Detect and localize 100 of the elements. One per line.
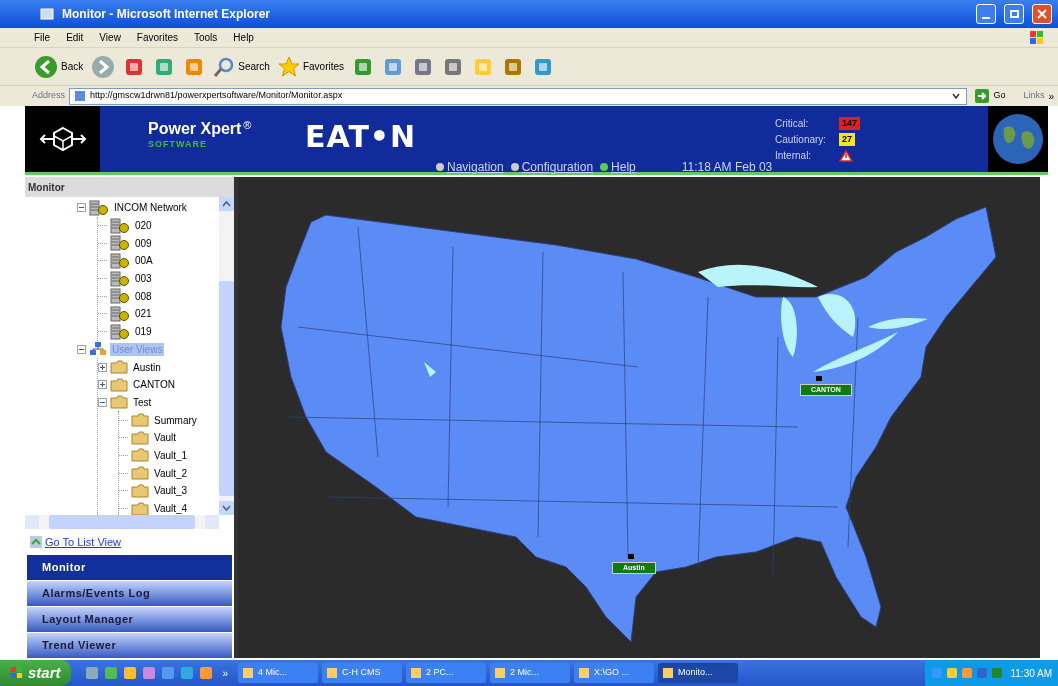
tree-item[interactable]: Vault_3 (152, 484, 190, 498)
more-chevron[interactable]: » (1048, 88, 1054, 104)
star-icon[interactable] (277, 55, 300, 78)
nav-button[interactable]: Alarms/Events Log (27, 581, 232, 606)
network-icon (89, 341, 107, 358)
tree-item[interactable]: 003 (133, 272, 154, 286)
address-field[interactable]: http://gmscw1drwn81/powerxpertsoftware/Monitor/Monitor.aspx (69, 87, 968, 105)
window-icon (242, 667, 255, 679)
vertical-scrollbar[interactable] (219, 197, 234, 515)
tray-icon[interactable] (946, 667, 959, 679)
menu-item[interactable]: Favorites (136, 30, 178, 45)
taskbar-button[interactable]: C-H CMS (322, 663, 403, 683)
go-button[interactable]: Go (971, 89, 1010, 103)
expand-toggle[interactable] (98, 380, 107, 390)
tree-item[interactable]: 00A (133, 254, 155, 268)
folder-icon (131, 483, 149, 498)
collapse-toggle[interactable] (98, 397, 107, 407)
tree-item[interactable]: Test (131, 395, 154, 409)
windows-flag-icon (10, 666, 24, 680)
tree-item[interactable]: 021 (133, 307, 154, 321)
warning-icon[interactable] (839, 149, 853, 162)
toolbar-label[interactable]: Search (238, 59, 270, 74)
clock: 11:30 AM (1010, 666, 1052, 681)
site-marker[interactable] (816, 376, 822, 381)
close-button[interactable] (1032, 4, 1052, 24)
taskbar-button[interactable]: Monito... (658, 663, 739, 683)
window-icon (494, 667, 507, 679)
menu-item[interactable]: View (99, 30, 121, 45)
scroll-up-icon[interactable] (219, 197, 234, 211)
nav-link[interactable]: Navigation (447, 158, 504, 176)
tree-item[interactable]: Summary (152, 413, 199, 427)
list-view-link[interactable]: Go To List View (45, 533, 122, 551)
server-icon (110, 235, 130, 252)
alert-label: Critical: (775, 117, 810, 131)
windows-flag-icon (1028, 29, 1046, 46)
toolbar-label[interactable]: Favorites (302, 59, 345, 74)
alert-label: Cautionary: (775, 133, 828, 147)
tray-icon[interactable] (961, 667, 974, 679)
tree-item[interactable]: CANTON (131, 378, 178, 392)
tree-item[interactable]: Vault_2 (152, 466, 190, 480)
scroll-down-icon[interactable] (219, 501, 234, 515)
more-chevron[interactable]: » (222, 665, 229, 681)
toolbar-label[interactable]: Back (61, 59, 84, 74)
restore-button[interactable] (1004, 4, 1024, 24)
horizontal-scrollbar[interactable] (25, 515, 219, 529)
tree-item[interactable]: Austin (131, 360, 163, 374)
expand-toggle[interactable] (98, 362, 107, 372)
menu-item[interactable]: Help (233, 30, 254, 45)
nav-button[interactable]: Trend Viewer (27, 633, 232, 658)
date-time: 11:18 AM Feb 03 (681, 159, 773, 176)
window-icon (578, 667, 591, 679)
folder-icon (110, 395, 128, 410)
links-label[interactable]: Links (1023, 89, 1045, 103)
folder-icon (131, 448, 149, 463)
folder-icon (110, 377, 128, 392)
taskbar-button[interactable]: 2 PC... (406, 663, 487, 683)
collapse-toggle[interactable] (77, 203, 86, 213)
search-icon[interactable] (213, 55, 236, 78)
quick-launch-icon[interactable] (179, 666, 194, 680)
quick-launch-icon[interactable] (122, 666, 137, 680)
alert-count[interactable]: 27 (839, 132, 855, 147)
alert-count[interactable]: 147 (839, 116, 861, 131)
menu-item[interactable]: Tools (194, 30, 218, 45)
tree-item[interactable]: Vault_4 (152, 502, 190, 515)
tree-item[interactable]: INCOM Network (112, 201, 189, 215)
menu-item[interactable]: File (34, 30, 51, 45)
quick-launch-icon[interactable] (141, 666, 156, 680)
quick-launch-icon[interactable] (103, 666, 118, 680)
minimize-button[interactable] (976, 4, 996, 24)
tree-item[interactable]: 009 (133, 236, 154, 250)
collapse-toggle[interactable] (77, 344, 86, 354)
tree-item[interactable]: Vault (152, 431, 179, 445)
tray-icon[interactable] (991, 667, 1004, 679)
sidebar-header: Monitor (25, 177, 234, 197)
product-name: Power Xpert (148, 120, 242, 138)
menu-item[interactable]: Edit (66, 30, 84, 45)
taskbar-button[interactable]: X:\GO ... (574, 663, 655, 683)
nav-link[interactable]: Configuration (521, 158, 594, 176)
server-icon (110, 270, 130, 287)
taskbar-button[interactable]: 2 Mic... (490, 663, 571, 683)
tree-item[interactable]: Vault_1 (152, 448, 190, 462)
tray-icon[interactable] (976, 667, 989, 679)
server-icon (110, 323, 130, 340)
nav-link[interactable]: Help (611, 158, 636, 176)
window-icon (410, 667, 423, 679)
nav-button[interactable]: Layout Manager (27, 607, 232, 632)
quick-launch-icon[interactable] (160, 666, 175, 680)
tree-item[interactable]: 020 (133, 219, 154, 233)
address-label: Address (32, 89, 66, 103)
globe-icon (992, 113, 1044, 165)
nav-button[interactable]: Monitor (27, 555, 232, 580)
folder-icon (131, 413, 149, 428)
tree-item[interactable]: 008 (133, 289, 154, 303)
quick-launch-icon[interactable] (84, 666, 99, 680)
tree-item[interactable]: 019 (133, 325, 154, 339)
taskbar-button[interactable]: 4 Mic... (238, 663, 319, 683)
window-icon (662, 667, 675, 679)
site-marker[interactable] (628, 554, 634, 559)
quick-launch-icon[interactable] (198, 666, 213, 680)
server-icon (110, 217, 130, 234)
